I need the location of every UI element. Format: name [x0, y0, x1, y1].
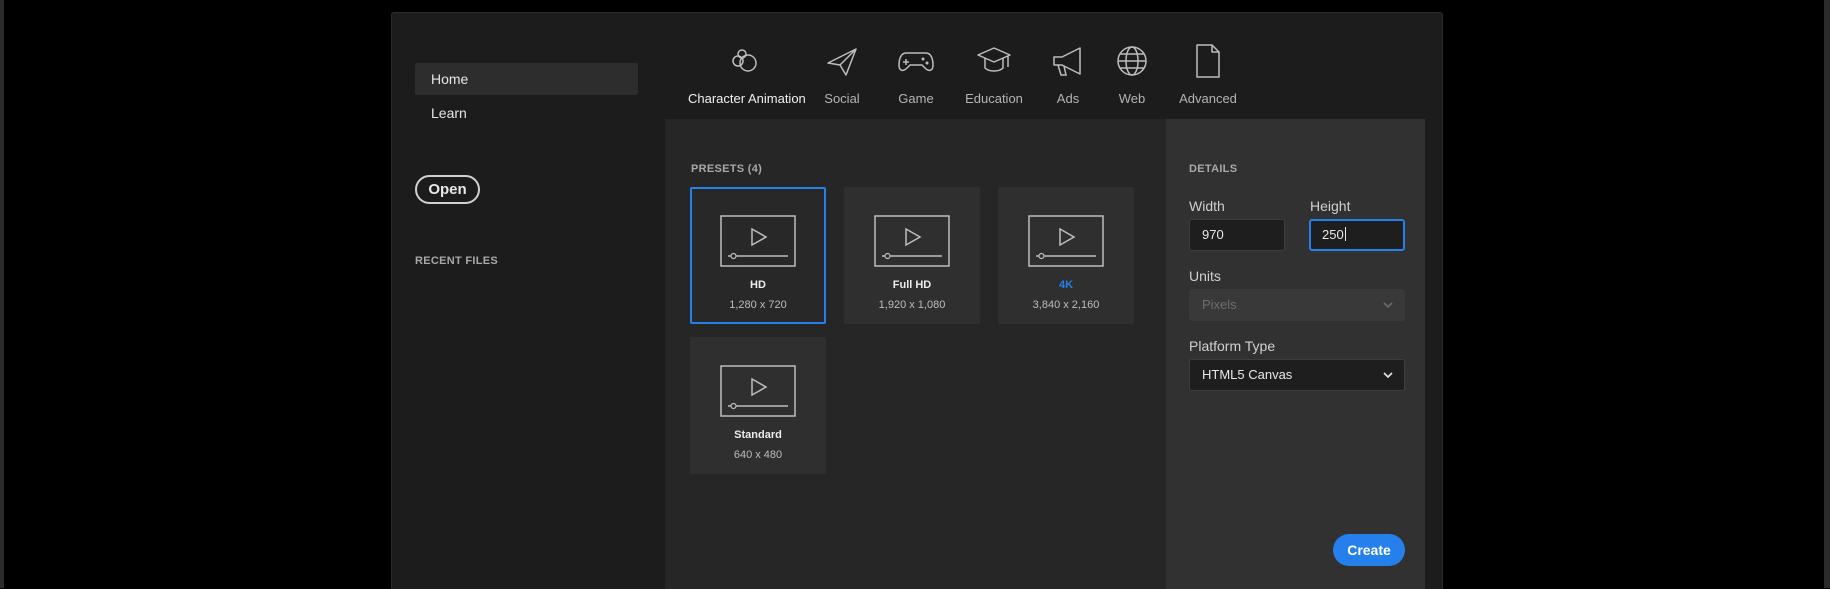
paper-plane-icon — [827, 48, 857, 76]
preset-card-hd[interactable]: HD 1,280 x 720 — [690, 187, 826, 324]
preset-dimensions: 3,840 x 2,160 — [1032, 299, 1100, 311]
tab-label: Ads — [1056, 91, 1080, 106]
preset-card-full-hd[interactable]: Full HD 1,920 x 1,080 — [844, 187, 980, 324]
preset-name: HD — [750, 279, 766, 291]
preset-name: Full HD — [892, 279, 932, 291]
globe-icon — [1117, 46, 1147, 76]
tab-ads[interactable]: Ads — [1043, 41, 1093, 117]
width-label: Width — [1189, 198, 1225, 214]
megaphone-icon — [1053, 47, 1081, 76]
presets-panel: PRESETS (4) HD 1,280 x 720 Full HD 1,920… — [665, 119, 1166, 589]
platform-type-value: HTML5 Canvas — [1202, 367, 1293, 382]
tab-label: Advanced — [1179, 91, 1237, 106]
text-caret — [1344, 227, 1346, 241]
new-document-dialog: Home Learn Open RECENT FILES Character A… — [391, 12, 1443, 589]
tab-social[interactable]: Social — [814, 41, 870, 117]
tab-label: Game — [898, 91, 934, 106]
tab-label: Web — [1118, 91, 1146, 106]
sidebar-item-label: Learn — [431, 105, 467, 121]
width-input[interactable]: 970 — [1189, 219, 1285, 251]
sidebar-item-learn[interactable]: Learn — [415, 97, 638, 129]
preset-name: Standard — [734, 429, 782, 441]
preset-dimensions: 640 x 480 — [733, 449, 783, 461]
tab-label: Social — [824, 91, 860, 106]
graduation-cap-icon — [977, 47, 1011, 72]
tab-label: Character Animation — [688, 91, 806, 106]
chevron-down-icon — [1383, 302, 1393, 309]
width-value: 970 — [1202, 227, 1224, 242]
preset-card-standard[interactable]: Standard 640 x 480 — [690, 337, 826, 474]
preset-name: 4K — [1058, 279, 1074, 291]
open-button[interactable]: Open — [415, 175, 480, 204]
character-animation-icon — [732, 49, 757, 72]
tab-advanced[interactable]: Advanced — [1173, 41, 1243, 117]
video-preset-icon — [720, 215, 796, 267]
tab-web[interactable]: Web — [1107, 41, 1157, 117]
video-preset-icon — [874, 215, 950, 267]
gamepad-icon — [898, 52, 934, 72]
create-button[interactable]: Create — [1333, 534, 1405, 566]
height-input[interactable]: 250 — [1309, 219, 1405, 251]
recent-files-heading: RECENT FILES — [415, 255, 499, 267]
tab-label: Education — [965, 91, 1023, 106]
platform-type-label: Platform Type — [1189, 338, 1276, 354]
preset-dimensions: 1,920 x 1,080 — [878, 299, 946, 311]
window-edge-left — [0, 0, 4, 588]
window-edge-right — [1824, 0, 1830, 588]
details-panel: DETAILS Width 970 Height 250 Units Pixel… — [1166, 119, 1425, 589]
units-label: Units — [1189, 268, 1221, 284]
tab-game[interactable]: Game — [888, 41, 944, 117]
document-icon — [1196, 44, 1220, 78]
height-value: 250 — [1322, 227, 1344, 242]
tab-character-animation[interactable]: Character Animation — [688, 41, 806, 121]
units-value: Pixels — [1202, 297, 1237, 312]
sidebar-item-label: Home — [431, 71, 469, 87]
sidebar-item-home[interactable]: Home — [415, 63, 638, 95]
tab-education[interactable]: Education — [957, 41, 1031, 117]
presets-heading: PRESETS (4) — [691, 163, 763, 175]
height-label: Height — [1310, 198, 1351, 214]
platform-type-select[interactable]: HTML5 Canvas — [1189, 359, 1405, 391]
preset-dimensions: 1,280 x 720 — [729, 299, 787, 311]
details-heading: DETAILS — [1189, 163, 1238, 175]
chevron-down-icon — [1383, 372, 1393, 379]
video-preset-icon — [720, 365, 796, 417]
video-preset-icon — [1028, 215, 1104, 267]
preset-card-4k[interactable]: 4K 3,840 x 2,160 — [998, 187, 1134, 324]
units-select[interactable]: Pixels — [1189, 289, 1405, 321]
